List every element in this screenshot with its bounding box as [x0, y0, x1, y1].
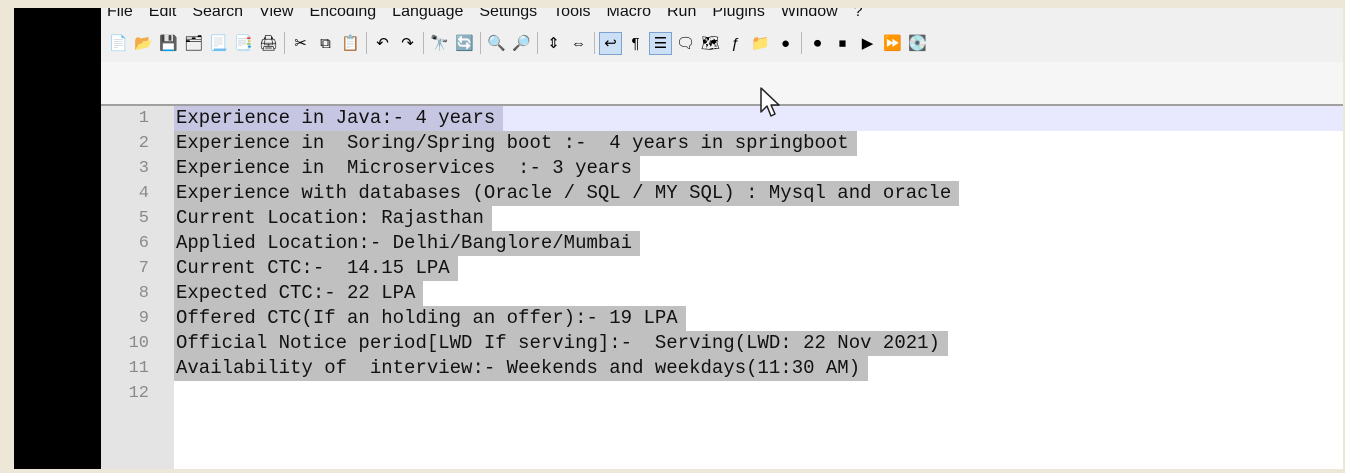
toolbar-separator [594, 32, 595, 54]
tab-strip [101, 62, 1343, 106]
indent-guide-icon[interactable]: ☰ [649, 31, 672, 55]
code-line[interactable]: Current Location: Rajasthan [174, 206, 1343, 231]
document-map-icon[interactable]: 🗺 [699, 32, 722, 55]
run-macro-multiple-icon[interactable]: ⏩ [881, 32, 904, 55]
save-macro-icon[interactable]: 💽 [906, 32, 929, 55]
user-defined-language-icon[interactable]: 🗨 [674, 32, 697, 55]
line-number: 1 [138, 109, 149, 128]
menu-item-encoding[interactable]: Encoding [301, 8, 384, 22]
code-line-text: Experience in Java:- 4 years [174, 106, 504, 131]
word-wrap-icon[interactable]: ↩ [599, 31, 622, 55]
open-file-icon[interactable]: 📂 [132, 32, 155, 55]
line-number: 6 [138, 234, 149, 253]
menu-item-view[interactable]: View [251, 8, 301, 22]
line-number-gutter: 1 2 3 4 5 6 7 8 9 10 11 12 [101, 106, 174, 469]
line-number: 9 [138, 309, 149, 328]
line-number: 10 [128, 334, 149, 353]
code-text-area[interactable]: Experience in Java:- 4 years Experience i… [174, 106, 1343, 406]
replace-icon[interactable]: 🔄 [453, 32, 476, 55]
toolbar-separator [480, 32, 481, 54]
stop-recording-icon[interactable]: ⏹ [831, 32, 854, 55]
line-number: 8 [138, 284, 149, 303]
menu-item-tools[interactable]: Tools [545, 8, 598, 22]
code-line[interactable]: Experience with databases (Oracle / SQL … [174, 181, 1343, 206]
line-number: 4 [138, 184, 149, 203]
menu-item-macro[interactable]: Macro [599, 8, 659, 22]
code-line[interactable]: Availability of interview:- Weekends and… [174, 356, 1343, 381]
paste-icon[interactable]: 📋 [339, 32, 362, 55]
code-line-text: Offered CTC(If an holding an offer):- 19… [174, 306, 686, 331]
menu-item-help[interactable]: ? [846, 8, 871, 22]
left-black-bar [14, 8, 101, 469]
menu-item-window[interactable]: Window [773, 8, 846, 22]
save-icon[interactable]: 💾 [157, 32, 180, 55]
code-line-text: Experience in Microservices :- 3 years [174, 156, 641, 181]
toolbar-separator [366, 32, 367, 54]
code-line[interactable]: Offered CTC(If an holding an offer):- 19… [174, 306, 1343, 331]
save-all-icon[interactable]: 🗂 [182, 32, 205, 55]
code-line[interactable]: Expected CTC:- 22 LPA [174, 281, 1343, 306]
line-number: 11 [128, 359, 149, 378]
code-line[interactable]: Applied Location:- Delhi/Banglore/Mumbai [174, 231, 1343, 256]
redo-icon[interactable]: ↷ [396, 32, 419, 55]
editor-area[interactable]: 1 2 3 4 5 6 7 8 9 10 11 12 Experience in Java:- 4 y… [101, 106, 1343, 469]
mouse-pointer-icon [760, 87, 780, 117]
toolbar-separator [537, 32, 538, 54]
code-line[interactable] [174, 381, 1343, 406]
show-all-characters-icon[interactable]: ¶ [624, 32, 647, 55]
code-line-text: Current Location: Rajasthan [174, 206, 492, 231]
undo-icon[interactable]: ↶ [371, 32, 394, 55]
line-number: 5 [138, 209, 149, 228]
toolbar-separator [801, 32, 802, 54]
line-number: 12 [128, 384, 149, 403]
function-list-icon[interactable]: ƒ [724, 32, 747, 55]
print-icon[interactable]: 🖨 [257, 32, 280, 55]
zoom-out-icon[interactable]: 🔎 [510, 32, 533, 55]
record-macro-icon[interactable]: ⏺ [806, 32, 829, 55]
menu-item-run[interactable]: Run [659, 8, 704, 22]
code-line-text: Availability of interview:- Weekends and… [174, 356, 869, 381]
code-line-text: Official Notice period[LWD If serving]:-… [174, 331, 948, 356]
line-number: 7 [138, 259, 149, 278]
folder-as-workspace-icon[interactable]: 📁 [749, 32, 772, 55]
cut-icon[interactable]: ✂ [289, 32, 312, 55]
monitoring-icon[interactable]: ● [774, 32, 797, 55]
code-line-text: Experience in Soring/Spring boot :- 4 ye… [174, 131, 857, 156]
menu-item-file[interactable]: File [101, 8, 141, 22]
zoom-in-icon[interactable]: 🔍 [485, 32, 508, 55]
close-all-icon[interactable]: 📑 [232, 32, 255, 55]
code-line-text: Expected CTC:- 22 LPA [174, 281, 424, 306]
playback-macro-icon[interactable]: ▶ [856, 32, 879, 55]
line-number: 2 [138, 134, 149, 153]
notepad-plus-plus-window: File Edit Search View Encoding Language Settin… [101, 8, 1343, 469]
copy-icon[interactable]: ⧉ [314, 32, 337, 55]
toolbar-separator [284, 32, 285, 54]
find-icon[interactable]: 🔭 [428, 32, 451, 55]
close-icon[interactable]: 📃 [207, 32, 230, 55]
menu-item-settings[interactable]: Settings [471, 8, 545, 22]
toolbar: 📄 📂 💾 🗂 📃 📑 🖨 ✂ ⧉ 📋 ↶ ↷ 🔭 🔄 🔍 🔎 ⇕ ⇔ ↩ ¶ ☰ 🗨 🗺 ƒ 📁 ● ⏺ ⏹ ▶ ⏩ 💽 [107, 28, 931, 58]
menu-item-edit[interactable]: Edit [141, 8, 185, 22]
menu-bar: File Edit Search View Encoding Language Settin… [101, 8, 871, 22]
code-line-text: Experience with databases (Oracle / SQL … [174, 181, 960, 206]
code-line[interactable]: Experience in Microservices :- 3 years [174, 156, 1343, 181]
code-line-text: Current CTC:- 14.15 LPA [174, 256, 458, 281]
sync-horizontal-icon[interactable]: ⇔ [567, 32, 590, 55]
code-line-text: Applied Location:- Delhi/Banglore/Mumbai [174, 231, 641, 256]
code-line[interactable]: Official Notice period[LWD If serving]:-… [174, 331, 1343, 356]
menu-item-plugins[interactable]: Plugins [704, 8, 772, 22]
toolbar-separator [423, 32, 424, 54]
code-line[interactable]: Experience in Soring/Spring boot :- 4 ye… [174, 131, 1343, 156]
menu-item-language[interactable]: Language [384, 8, 471, 22]
line-number: 3 [138, 159, 149, 178]
new-file-icon[interactable]: 📄 [107, 32, 130, 55]
menu-item-search[interactable]: Search [184, 8, 251, 22]
code-line[interactable]: Current CTC:- 14.15 LPA [174, 256, 1343, 281]
sync-vertical-icon[interactable]: ⇕ [542, 32, 565, 55]
